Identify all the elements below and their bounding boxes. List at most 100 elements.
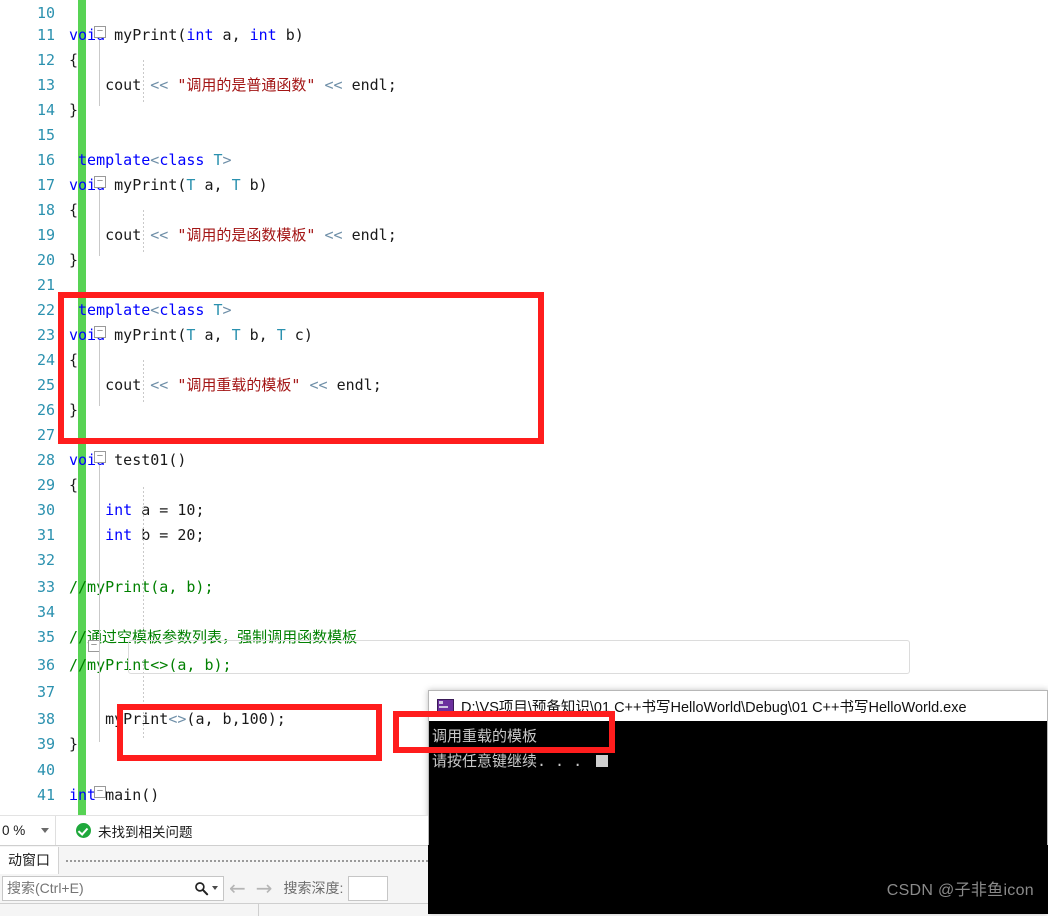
- line-number: 22: [36, 300, 55, 319]
- chevron-down-icon[interactable]: [41, 828, 49, 833]
- code-text: cout << "调用的是普通函数" << endl;: [105, 76, 397, 94]
- code-line[interactable]: 30 int a = 10;: [0, 497, 1048, 522]
- code-line[interactable]: 11 void myPrint(int a, int b): [0, 22, 1048, 47]
- line-number: 37: [36, 682, 55, 701]
- collapse-toggle-icon[interactable]: –: [94, 176, 106, 188]
- collapse-toggle-icon[interactable]: –: [94, 26, 106, 38]
- line-number: 19: [36, 225, 55, 244]
- search-box[interactable]: [2, 875, 224, 901]
- line-number: 41: [36, 785, 55, 804]
- watermark: CSDN @子非鱼icon: [886, 882, 1034, 899]
- indent-guide: [143, 210, 144, 252]
- code-line[interactable]: 29 {: [0, 472, 1048, 497]
- code-line[interactable]: 33 //myPrint(a, b);: [0, 574, 1048, 599]
- code-text: //myPrint(a, b);: [69, 577, 214, 596]
- search-depth-label: 搜索深度:: [283, 880, 344, 896]
- code-text: }: [69, 734, 79, 753]
- error-status[interactable]: 未找到相关问题: [76, 821, 193, 841]
- line-number: 38: [36, 709, 55, 728]
- line-number: 23: [36, 325, 55, 344]
- arrow-left-icon[interactable]: ←: [229, 878, 246, 898]
- line-number: 10: [36, 3, 55, 22]
- line-number: 26: [36, 400, 55, 419]
- code-line[interactable]: 34: [0, 599, 1048, 624]
- zoom-level-value: 0 %: [2, 823, 26, 838]
- indent-guide: [143, 487, 144, 637]
- line-number: 31: [36, 525, 55, 544]
- line-number: 24: [36, 350, 55, 369]
- code-line[interactable]: 17 void myPrint(T a, T b): [0, 172, 1048, 197]
- annotation-box-myprint-call: [117, 704, 382, 761]
- code-line[interactable]: 20 }: [0, 247, 1048, 272]
- code-line[interactable]: 32: [0, 547, 1048, 572]
- line-number: 29: [36, 475, 55, 494]
- error-status-text: 未找到相关问题: [98, 824, 193, 840]
- block-guide: [99, 40, 100, 106]
- indent-guide: [143, 60, 144, 102]
- code-text: cout << "调用的是函数模板" << endl;: [105, 226, 397, 244]
- line-number: 21: [36, 275, 55, 294]
- code-line[interactable]: 19 cout << "调用的是函数模板" << endl;: [0, 222, 1048, 247]
- code-text: template<class T>: [78, 150, 232, 169]
- line-number: 34: [36, 602, 55, 621]
- search-depth-input[interactable]: [348, 875, 389, 901]
- code-text: {: [69, 50, 79, 69]
- code-text: int a = 10;: [105, 500, 205, 519]
- line-number: 14: [36, 100, 55, 119]
- line-number: 27: [36, 425, 55, 444]
- code-line[interactable]: 16 template<class T>: [0, 147, 1048, 172]
- collapse-toggle-icon[interactable]: –: [94, 786, 106, 798]
- check-circle-icon: [76, 823, 91, 838]
- line-number: 16: [36, 150, 55, 169]
- code-line[interactable]: 13 cout << "调用的是普通函数" << endl;: [0, 72, 1048, 97]
- tab-autos[interactable]: 动窗口: [0, 846, 59, 874]
- code-line[interactable]: 15: [0, 122, 1048, 147]
- code-line[interactable]: 28 void test01(): [0, 447, 1048, 472]
- line-number: 30: [36, 500, 55, 519]
- search-icon[interactable]: [190, 881, 212, 896]
- line-number: 25: [36, 375, 55, 394]
- code-line[interactable]: 18 {: [0, 197, 1048, 222]
- line-number: 39: [36, 734, 55, 753]
- code-text: int main(): [69, 785, 160, 804]
- line-number: 40: [36, 760, 55, 779]
- autos-grid-header: [0, 903, 428, 916]
- quickinfo-outline: [128, 640, 910, 674]
- line-number: 18: [36, 200, 55, 219]
- tab-row-filler: [65, 857, 428, 863]
- autos-tab-row[interactable]: 动窗口: [0, 846, 428, 874]
- block-guide: [99, 190, 100, 256]
- zoom-level-selector[interactable]: 0 %: [0, 816, 56, 845]
- code-text: {: [69, 475, 79, 494]
- console-caret: [596, 755, 609, 767]
- line-number: 17: [36, 175, 55, 194]
- code-text: }: [69, 100, 79, 119]
- line-number: 13: [36, 75, 55, 94]
- line-number: 35: [36, 627, 55, 646]
- code-text: {: [69, 200, 79, 219]
- block-guide: [99, 465, 100, 742]
- code-text: void test01(): [69, 450, 187, 469]
- code-text: int b = 20;: [105, 525, 205, 544]
- line-number: 33: [36, 577, 55, 596]
- editor-status-bar: 0 % 未找到相关问题: [0, 815, 428, 845]
- line-number: 12: [36, 50, 55, 69]
- line-number: 11: [36, 25, 55, 44]
- console-line: 请按任意键继续. . .: [432, 752, 583, 770]
- autos-pane[interactable]: 动窗口 ← → 搜索深度:: [0, 845, 428, 916]
- collapse-toggle-icon[interactable]: –: [94, 451, 106, 463]
- autos-toolbar[interactable]: ← → 搜索深度:: [0, 874, 428, 902]
- code-line[interactable]: 14 }: [0, 97, 1048, 122]
- line-number: 36: [36, 655, 55, 674]
- code-line[interactable]: 12 {: [0, 47, 1048, 72]
- annotation-box-overload-template: [58, 292, 544, 444]
- annotation-box-console-output: [393, 711, 615, 753]
- code-line[interactable]: 31 int b = 20;: [0, 522, 1048, 547]
- chevron-down-icon[interactable]: [212, 886, 218, 890]
- code-text: }: [69, 250, 79, 269]
- line-number: 15: [36, 125, 55, 144]
- line-number: 28: [36, 450, 55, 469]
- arrow-right-icon[interactable]: →: [256, 878, 273, 898]
- search-input[interactable]: [3, 875, 190, 901]
- line-number: 20: [36, 250, 55, 269]
